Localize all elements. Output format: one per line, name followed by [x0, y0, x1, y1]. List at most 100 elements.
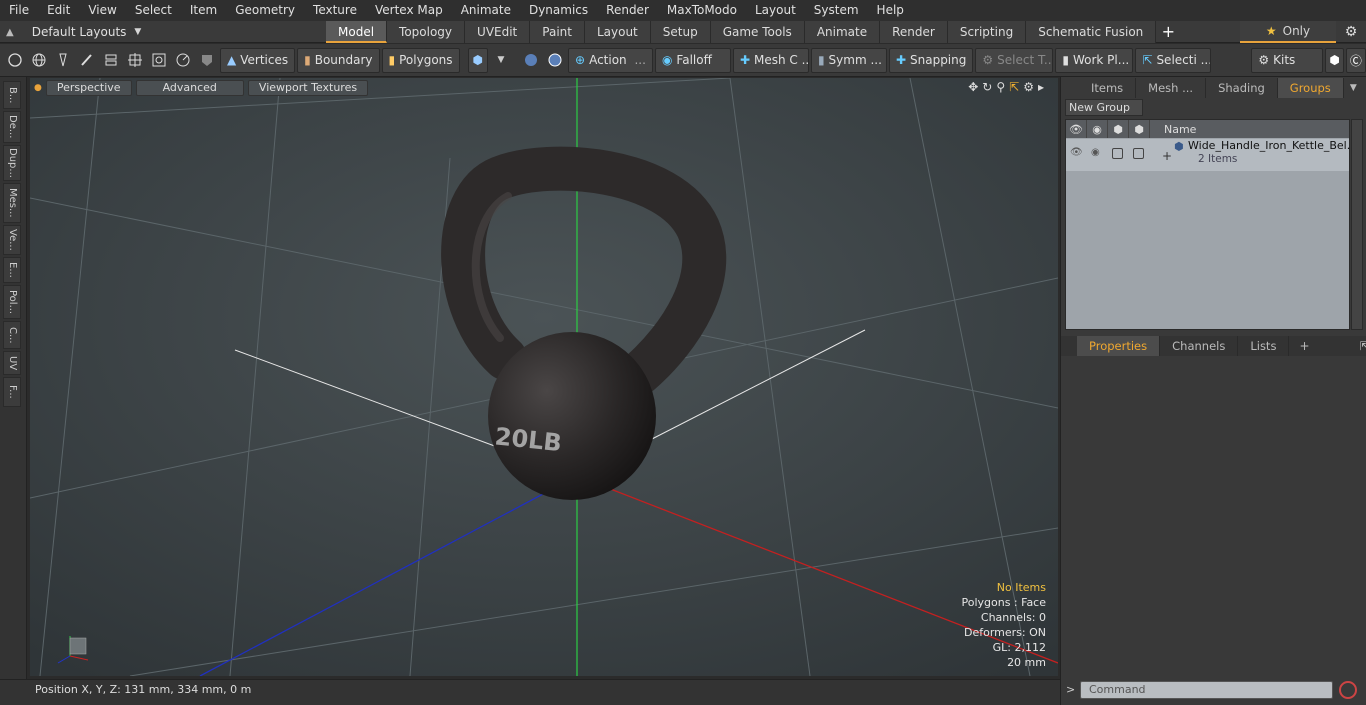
select-checkbox[interactable]: [1133, 148, 1144, 159]
item-mode-button[interactable]: ⬢: [467, 47, 489, 73]
gear-icon[interactable]: ⚙: [1336, 24, 1366, 40]
kits-button[interactable]: ⚙ Kits: [1251, 47, 1324, 73]
tab-schematic-fusion[interactable]: Schematic Fusion: [1026, 21, 1157, 43]
menu-texture[interactable]: Texture: [304, 0, 366, 21]
lock-column-icon[interactable]: ⬢: [1108, 120, 1129, 138]
command-input[interactable]: Command: [1080, 681, 1333, 699]
expand-group-icon[interactable]: +: [1162, 149, 1172, 163]
maximize-view-icon[interactable]: ⇱: [1009, 80, 1019, 94]
falloff-button[interactable]: ◉ Falloff: [654, 47, 731, 73]
record-icon[interactable]: [1339, 681, 1357, 699]
left-tab-duplicate[interactable]: Dup...: [3, 145, 21, 181]
render-column-icon[interactable]: ◉: [1087, 120, 1108, 138]
unreal-button[interactable]: Ⓒ: [1345, 47, 1366, 73]
menu-view[interactable]: View: [79, 0, 125, 21]
perspective-button[interactable]: Perspective: [45, 80, 132, 96]
select-column-icon[interactable]: ⬢: [1129, 120, 1150, 138]
left-tab-curve[interactable]: C...: [3, 321, 21, 349]
polygons-button[interactable]: ▮ Polygons: [381, 47, 460, 73]
layout-selector[interactable]: ▲ Default Layouts ▼: [6, 21, 141, 43]
center-icon[interactable]: [124, 48, 146, 72]
left-tab-basic[interactable]: B...: [3, 81, 21, 109]
advanced-button[interactable]: Advanced: [135, 80, 244, 96]
select-through-button[interactable]: ⚙ Select T...: [975, 47, 1054, 73]
left-tab-polygon[interactable]: Pol...: [3, 285, 21, 319]
menu-layout[interactable]: Layout: [746, 0, 805, 21]
left-tab-edge[interactable]: E...: [3, 257, 21, 283]
vertices-button[interactable]: ▲ Vertices: [220, 47, 296, 73]
circle-select-icon[interactable]: [4, 48, 26, 72]
shield-icon[interactable]: [196, 48, 218, 72]
tab-model[interactable]: Model: [326, 21, 388, 43]
eye-icon[interactable]: 👁: [1070, 147, 1083, 158]
menu-select[interactable]: Select: [126, 0, 181, 21]
material-icon[interactable]: [520, 48, 542, 72]
left-tab-uv[interactable]: UV: [3, 351, 21, 375]
collapse-arrow-icon[interactable]: ▲: [6, 27, 14, 38]
viewport-settings-icon[interactable]: ⚙: [1023, 80, 1034, 94]
zoom-view-icon[interactable]: ⚲: [996, 80, 1005, 94]
menu-edit[interactable]: Edit: [38, 0, 79, 21]
workplane-button[interactable]: ▮ Work Pl...: [1055, 47, 1134, 73]
left-tab-mesh[interactable]: Mes...: [3, 183, 21, 223]
tab-game-tools[interactable]: Game Tools: [710, 21, 805, 43]
menu-animate[interactable]: Animate: [452, 0, 520, 21]
pen-icon[interactable]: [52, 48, 74, 72]
tab-mesh[interactable]: Mesh ...: [1136, 78, 1207, 98]
mesh-constraint-button[interactable]: ✚ Mesh C ...: [732, 47, 809, 73]
render-toggle-icon[interactable]: ◉: [1091, 147, 1100, 158]
rotate-icon[interactable]: [172, 48, 194, 72]
groups-scrollbar[interactable]: [1351, 119, 1363, 330]
tab-shading[interactable]: Shading: [1206, 78, 1278, 98]
tab-properties[interactable]: Properties: [1077, 336, 1161, 356]
orbit-view-icon[interactable]: ↻: [982, 80, 992, 94]
viewport-dot-icon[interactable]: ●: [34, 83, 42, 93]
tab-scripting[interactable]: Scripting: [947, 21, 1027, 43]
expand-panel-icon[interactable]: ⇱: [1360, 339, 1366, 353]
tab-animate[interactable]: Animate: [804, 21, 881, 43]
tab-groups[interactable]: Groups: [1277, 78, 1344, 98]
chevron-down-icon[interactable]: ▼: [1350, 83, 1357, 93]
unity-button[interactable]: ⬢: [1325, 47, 1344, 73]
tab-uvedit[interactable]: UVEdit: [465, 21, 531, 43]
menu-system[interactable]: System: [805, 0, 868, 21]
align-icon[interactable]: [100, 48, 122, 72]
lock-checkbox[interactable]: [1112, 148, 1123, 159]
left-tab-fusion[interactable]: F...: [3, 377, 21, 407]
viewport-textures-button[interactable]: Viewport Textures: [247, 80, 369, 96]
menu-file[interactable]: File: [0, 0, 38, 21]
brush-icon[interactable]: [76, 48, 98, 72]
snapping-button[interactable]: ✚ Snapping: [888, 47, 974, 73]
visibility-column-icon[interactable]: 👁: [1066, 120, 1087, 138]
tab-items[interactable]: Items: [1079, 78, 1137, 98]
only-toggle[interactable]: ★ Only: [1240, 21, 1336, 43]
chevron-down-icon[interactable]: ▼: [490, 48, 512, 72]
menu-help[interactable]: Help: [868, 0, 913, 21]
tab-render[interactable]: Render: [880, 21, 948, 43]
tab-layout[interactable]: Layout: [584, 21, 651, 43]
tab-channels[interactable]: Channels: [1160, 336, 1239, 356]
new-group-button[interactable]: New Group: [1065, 99, 1143, 116]
menu-dynamics[interactable]: Dynamics: [520, 0, 597, 21]
left-tab-vertex[interactable]: Ve...: [3, 225, 21, 255]
symmetry-button[interactable]: ▮ Symm ...: [810, 47, 887, 73]
left-tab-deform[interactable]: De...: [3, 111, 21, 143]
selection-sets-button[interactable]: ⇱ Selecti ...: [1135, 47, 1212, 73]
globe-icon[interactable]: [28, 48, 50, 72]
menu-maxtomodo[interactable]: MaxToModo: [658, 0, 746, 21]
viewport-menu-icon[interactable]: ▸: [1038, 80, 1044, 94]
menu-item[interactable]: Item: [181, 0, 226, 21]
boundary-button[interactable]: ▮ Boundary: [297, 47, 380, 73]
menu-geometry[interactable]: Geometry: [226, 0, 304, 21]
frame-icon[interactable]: [148, 48, 170, 72]
menu-vertex-map[interactable]: Vertex Map: [366, 0, 452, 21]
3d-viewport[interactable]: 20LB ● Perspective Advanced Viewport Tex…: [30, 78, 1058, 676]
action-button[interactable]: ⊕ Action ...: [568, 47, 653, 73]
material-alt-icon[interactable]: [544, 48, 566, 72]
tab-setup[interactable]: Setup: [650, 21, 711, 43]
menu-render[interactable]: Render: [597, 0, 658, 21]
tab-lists[interactable]: Lists: [1238, 336, 1290, 356]
group-row[interactable]: 👁 ◉ + ⬢ Wide_Handle_Iron_Kettle_Bel... 2…: [1066, 139, 1357, 171]
move-view-icon[interactable]: ✥: [968, 80, 978, 94]
tab-topology[interactable]: Topology: [387, 21, 466, 43]
